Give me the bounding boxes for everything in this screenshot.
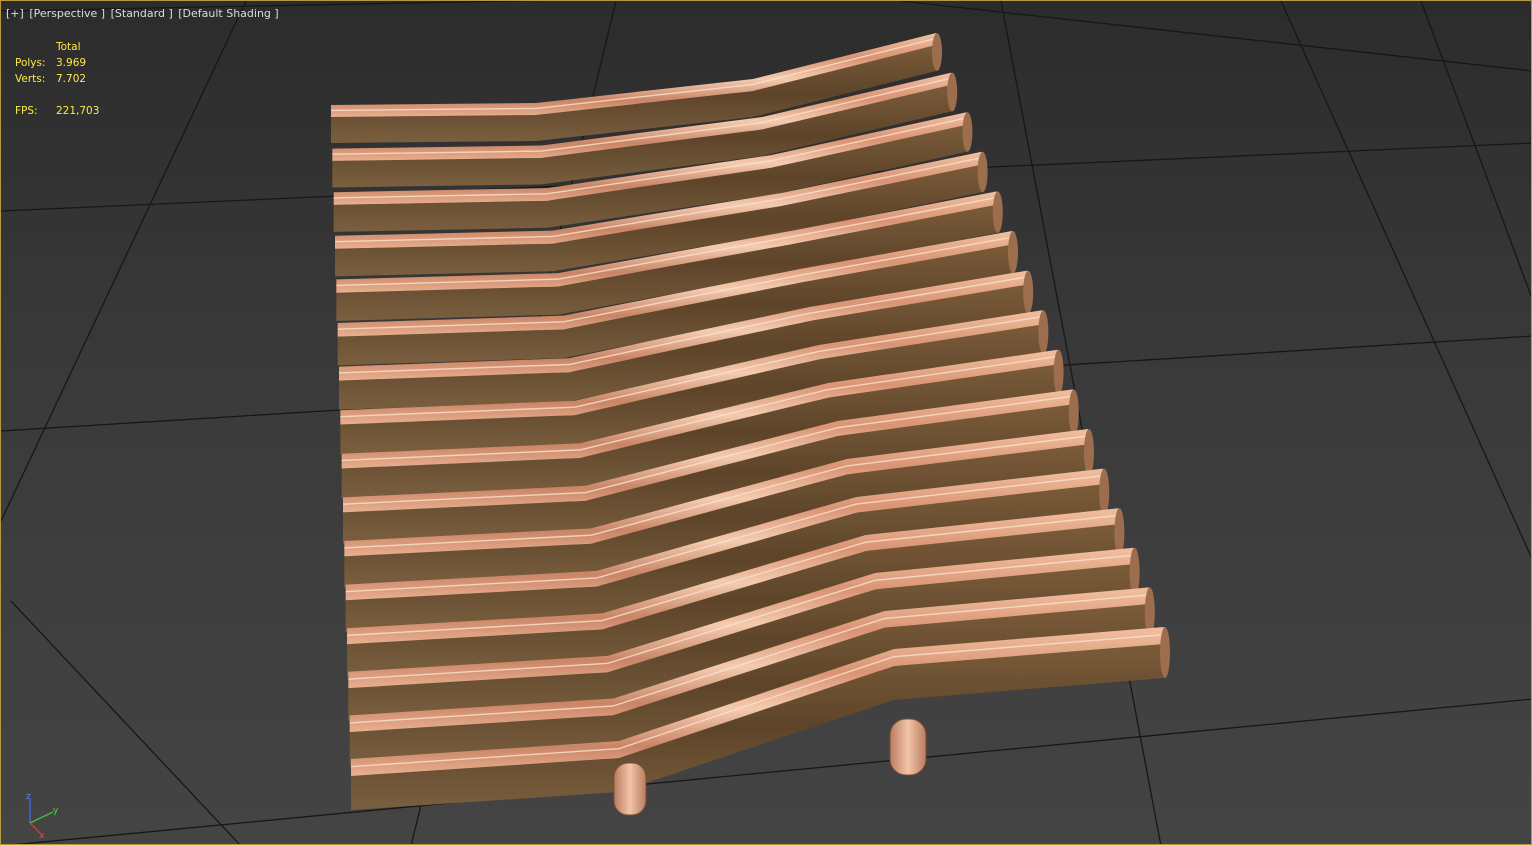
slat-end-1 [947,72,958,112]
grid-line-10 [900,1,1531,72]
slat-end-9 [1068,389,1079,436]
wooden-slat-lounger-model[interactable] [330,33,1170,816]
stats-total-header: Total [56,41,81,53]
viewport-point-of-view-menu[interactable]: [Perspective ] [29,7,105,20]
grid-line-7 [1420,1,1531,298]
slat-end-8 [1053,349,1064,395]
z-axis-label: z [26,792,31,802]
fps-label: FPS: [15,105,38,117]
y-axis-line [29,811,54,824]
slat-end-10 [1084,429,1094,476]
foot-right [889,718,927,776]
y-axis-label: y [53,806,59,816]
viewport-label-menu: [+] [Perspective ] [Standard ] [Default … [6,7,281,20]
foot-left [613,762,647,816]
viewport-plus-menu[interactable]: [+] [6,7,24,20]
slat-end-5 [1008,231,1018,274]
viewport-style-menu[interactable]: [Standard ] [111,7,173,20]
verts-value: 7.702 [56,73,87,85]
slat-end-4 [992,191,1003,233]
fps-value: 221,703 [56,105,100,117]
slat-end-11 [1099,468,1110,517]
polys-label: Polys: [15,57,46,69]
perspective-viewport[interactable]: [+] [Perspective ] [Standard ] [Default … [0,0,1532,845]
polys-value: 3.969 [56,57,87,69]
slat-end-7 [1038,310,1049,355]
slat-end-15 [1160,627,1170,678]
viewport-scene[interactable] [1,1,1532,845]
slat-end-0 [932,33,942,71]
axis-tripod-gizmo: z y x [26,792,59,839]
slat-end-2 [962,112,973,152]
grid-line-8 [1280,1,1531,559]
viewport-shading-menu[interactable]: [Default Shading ] [178,7,278,20]
verts-label: Verts: [15,73,46,85]
slat-end-3 [977,151,988,193]
x-axis-label: x [39,831,45,839]
slat-end-6 [1023,270,1034,314]
